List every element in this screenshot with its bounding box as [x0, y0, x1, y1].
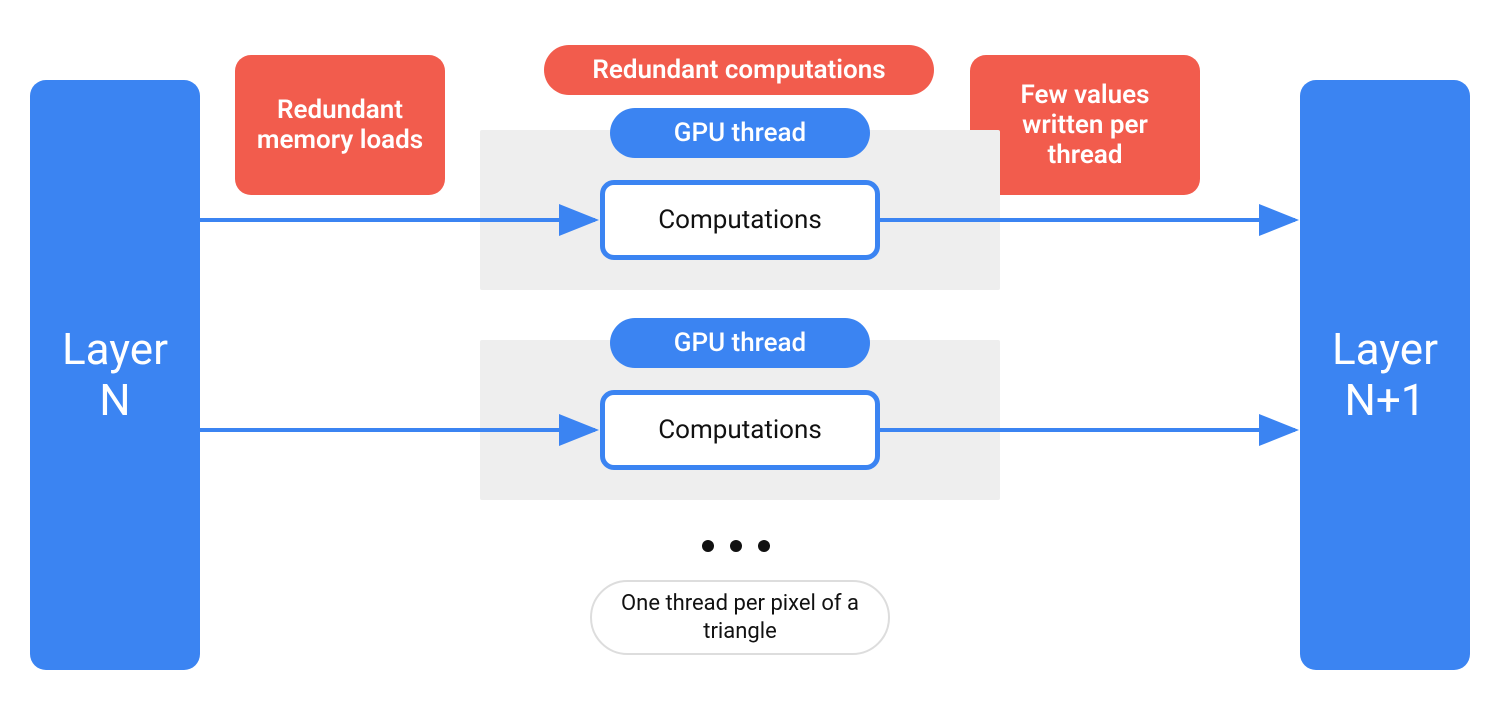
- callout-redundant-memory: Redundant memory loads: [235, 55, 445, 195]
- diagram-stage: Layer N Layer N+1 Redundant memory loads…: [0, 0, 1502, 706]
- layer-n-box: Layer N: [30, 80, 200, 670]
- footer-pill: One thread per pixel of a triangle: [590, 580, 890, 655]
- ellipsis-dots: [702, 540, 770, 552]
- thread-2-comp-box: Computations: [600, 390, 880, 470]
- thread-1-label: GPU thread: [674, 118, 806, 148]
- callout-redundant-memory-label: Redundant memory loads: [255, 95, 425, 155]
- thread-2-pill: GPU thread: [610, 318, 870, 368]
- layer-n1-box: Layer N+1: [1300, 80, 1470, 670]
- callout-few-values-label: Few values written per thread: [990, 80, 1180, 170]
- thread-1-comp-label: Computations: [658, 205, 822, 235]
- callout-few-values: Few values written per thread: [970, 55, 1200, 195]
- thread-1-comp-box: Computations: [600, 180, 880, 260]
- thread-1-pill: GPU thread: [610, 108, 870, 158]
- thread-2-label: GPU thread: [674, 328, 806, 358]
- callout-redundant-comp-label: Redundant computations: [592, 55, 885, 85]
- callout-redundant-comp: Redundant computations: [544, 45, 934, 95]
- layer-n-label: Layer N: [62, 324, 168, 425]
- footer-pill-label: One thread per pixel of a triangle: [616, 590, 864, 645]
- layer-n1-label: Layer N+1: [1332, 324, 1438, 425]
- thread-2-comp-label: Computations: [658, 415, 822, 445]
